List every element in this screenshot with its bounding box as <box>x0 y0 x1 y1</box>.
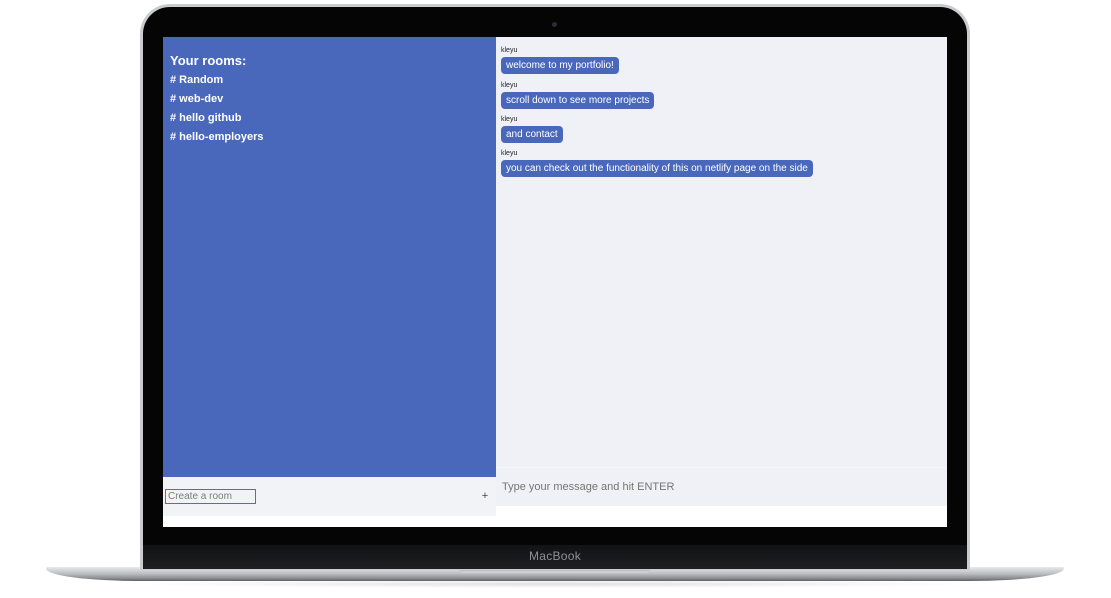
app-screen: Your rooms: # Random # web-dev # hello g… <box>163 37 947 527</box>
compose-bar <box>496 467 947 506</box>
message-author: kleyu <box>501 116 518 123</box>
rooms-title: Your rooms: <box>170 53 247 68</box>
room-list: # Random # web-dev # hello github # hell… <box>170 74 264 150</box>
plus-icon[interactable]: + <box>480 491 490 502</box>
room-item-web-dev[interactable]: # web-dev <box>170 93 264 112</box>
list-item: kleyu and contact <box>501 115 563 143</box>
message-author: kleyu <box>501 47 518 54</box>
message-author: kleyu <box>501 82 518 89</box>
laptop-shadow <box>120 580 990 588</box>
brand-label: MacBook <box>528 549 582 563</box>
list-item: kleyu scroll down to see more projects <box>501 81 655 109</box>
create-room-bar: + <box>163 477 496 516</box>
list-item: kleyu welcome to my portfolio! <box>501 46 619 74</box>
room-item-hello-employers[interactable]: # hello-employers <box>170 131 264 150</box>
message-input[interactable] <box>502 479 932 495</box>
message-bubble: you can check out the functionality of t… <box>501 160 813 177</box>
room-item-random[interactable]: # Random <box>170 74 264 93</box>
message-bubble: scroll down to see more projects <box>501 92 655 109</box>
rooms-sidebar: Your rooms: # Random # web-dev # hello g… <box>163 37 496 477</box>
message-list: kleyu welcome to my portfolio! kleyu scr… <box>496 37 947 474</box>
create-room-input[interactable] <box>165 489 256 504</box>
message-bubble: welcome to my portfolio! <box>501 57 619 74</box>
laptop-mockup: MacBook Your rooms: # Random # web-dev #… <box>0 0 1111 598</box>
camera-icon <box>552 22 557 27</box>
room-item-hello-github[interactable]: # hello github <box>170 112 264 131</box>
list-item: kleyu you can check out the functionalit… <box>501 149 813 177</box>
message-bubble: and contact <box>501 126 563 143</box>
message-author: kleyu <box>501 150 518 157</box>
